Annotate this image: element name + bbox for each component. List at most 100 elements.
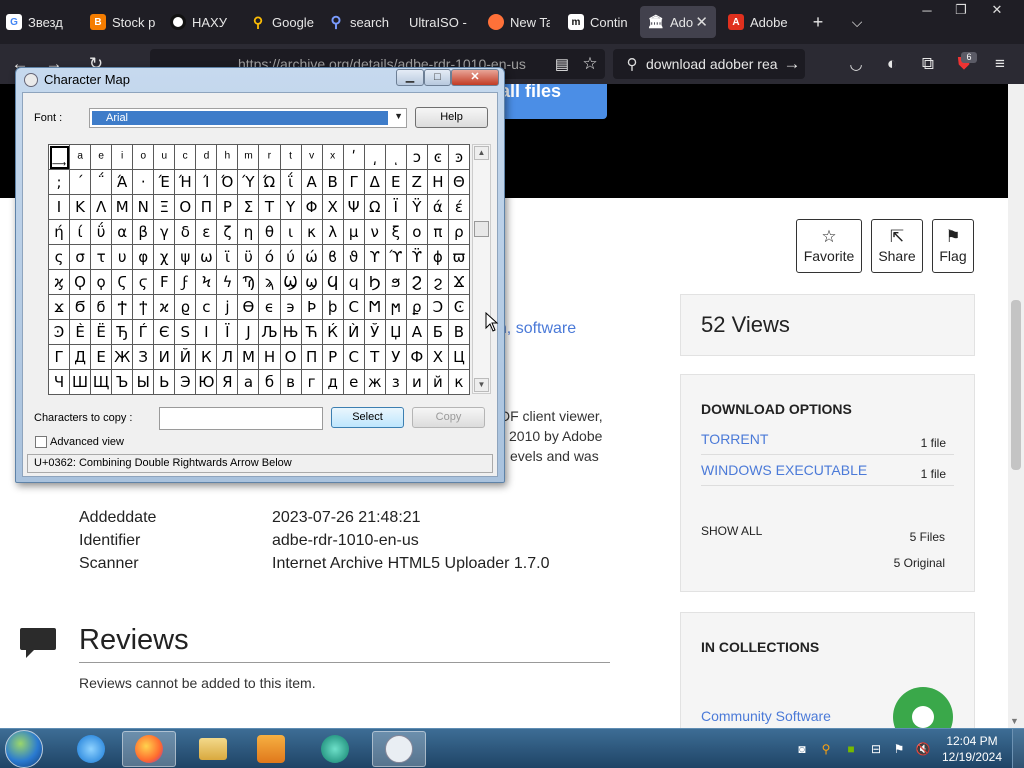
scrollbar-thumb[interactable]: [1011, 300, 1021, 470]
share-button[interactable]: ⇱ Share: [871, 219, 923, 273]
character-cell[interactable]: Ϥ: [321, 269, 344, 295]
character-cell[interactable]: β: [132, 219, 155, 245]
tab-3[interactable]: НАХУ: [170, 6, 236, 38]
character-cell[interactable]: ϔ: [405, 244, 428, 270]
restore-icon[interactable]: ❐: [944, 0, 978, 20]
character-cell[interactable]: ϩ: [426, 269, 449, 295]
character-cell[interactable]: д: [321, 369, 344, 395]
tab-8[interactable]: m Contin: [568, 6, 630, 38]
character-cell[interactable]: Α: [300, 169, 323, 195]
character-cell[interactable]: ϱ: [174, 294, 197, 320]
character-cell[interactable]: Ώ: [258, 169, 281, 195]
character-cell[interactable]: ͽ: [447, 144, 471, 170]
character-cell[interactable]: Έ: [153, 169, 176, 195]
character-cell[interactable]: Ю: [195, 369, 218, 395]
character-cell[interactable]: ι: [279, 219, 302, 245]
nvidia-tray-icon[interactable]: ■: [843, 741, 859, 757]
character-cell[interactable]: ϟ: [216, 269, 239, 295]
character-cell[interactable]: Ќ: [321, 319, 344, 345]
character-cell[interactable]: е: [342, 369, 365, 395]
character-cell[interactable]: υ: [111, 244, 134, 270]
character-cell[interactable]: ϓ: [384, 244, 407, 270]
character-cell[interactable]: Д: [69, 344, 92, 370]
tab-7[interactable]: New Ta: [488, 6, 550, 38]
character-cell[interactable]: Љ: [258, 319, 281, 345]
collection-logo-icon[interactable]: [893, 687, 953, 728]
character-cell[interactable]: и: [405, 369, 428, 395]
collection-link[interactable]: Community Software: [701, 708, 831, 724]
character-cell[interactable]: Χ: [321, 194, 344, 220]
character-cell[interactable]: ε: [195, 219, 218, 245]
character-cell[interactable]: І: [195, 319, 218, 345]
pocket-icon[interactable]: ◡: [842, 50, 870, 78]
tab-5[interactable]: ⚲ search: [328, 6, 394, 38]
character-cell[interactable]: δ: [174, 219, 197, 245]
scroll-up-arrow-icon[interactable]: ▲: [474, 146, 489, 160]
character-cell[interactable]: ͢: [47, 144, 71, 170]
character-cell[interactable]: ͥ: [111, 144, 134, 170]
download-option-torrent[interactable]: TORRENT 1 file: [701, 424, 954, 455]
character-cell[interactable]: Δ: [363, 169, 386, 195]
character-cell[interactable]: Ό: [216, 169, 239, 195]
character-cell[interactable]: χ: [153, 244, 176, 270]
character-cell[interactable]: ϳ: [216, 294, 239, 320]
character-cell[interactable]: Ύ: [237, 169, 260, 195]
character-cell[interactable]: Θ: [447, 169, 471, 195]
profile-icon[interactable]: ◐: [878, 50, 906, 78]
character-cell[interactable]: ϴ: [237, 294, 260, 320]
character-cell[interactable]: Ј: [237, 319, 260, 345]
character-cell[interactable]: ϼ: [405, 294, 428, 320]
close-icon[interactable]: ✕: [451, 69, 499, 86]
character-cell[interactable]: Μ: [111, 194, 134, 220]
character-cell[interactable]: Ϣ: [279, 269, 302, 295]
character-cell[interactable]: Ш: [69, 369, 92, 395]
character-cell[interactable]: ή: [47, 219, 71, 245]
character-cell[interactable]: Β: [321, 169, 344, 195]
page-scrollbar[interactable]: ▼: [1008, 84, 1024, 728]
character-cell[interactable]: Κ: [69, 194, 92, 220]
flag-button[interactable]: ⚑ Flag: [932, 219, 974, 273]
character-cell[interactable]: Ы: [132, 369, 155, 395]
character-cell[interactable]: Ρ: [216, 194, 239, 220]
help-button[interactable]: Help: [415, 107, 488, 128]
character-cell[interactable]: Ђ: [111, 319, 134, 345]
character-cell[interactable]: Ͽ: [47, 319, 71, 345]
character-cell[interactable]: Й: [174, 344, 197, 370]
character-cell[interactable]: К: [195, 344, 218, 370]
scroll-down-arrow-icon[interactable]: ▼: [1010, 716, 1019, 726]
character-cell[interactable]: ϫ: [47, 294, 71, 320]
character-cell[interactable]: Η: [426, 169, 449, 195]
original-count[interactable]: 5 Original: [894, 556, 945, 570]
tab-1[interactable]: G Звезд: [6, 6, 82, 38]
character-cell[interactable]: Ξ: [153, 194, 176, 220]
character-cell[interactable]: Γ: [342, 169, 365, 195]
character-cell[interactable]: ϖ: [447, 244, 471, 270]
character-cell[interactable]: Б: [426, 319, 449, 345]
tab-2[interactable]: B Stock p: [90, 6, 162, 38]
character-cell[interactable]: Ϸ: [300, 294, 323, 320]
character-cell[interactable]: ν: [363, 219, 386, 245]
advanced-view-checkbox[interactable]: [35, 436, 47, 448]
camera-tray-icon[interactable]: ◙: [794, 741, 810, 757]
character-cell[interactable]: ψ: [174, 244, 197, 270]
character-cell[interactable]: ϐ: [321, 244, 344, 270]
tab-active-archive[interactable]: 🏛 Ado ✕: [640, 6, 716, 38]
taskbar-photo-viewer[interactable]: [308, 731, 362, 767]
character-cell[interactable]: Є: [153, 319, 176, 345]
character-grid[interactable]: ͣͤͥͦͧͨͩͪͫͬͭͮͯ͢ʹ͵ͺͻͼͽ;΄΅Ά·ΈΉΊΌΎΏΐΑΒΓΔΕΖΗΘ…: [47, 144, 471, 395]
character-cell[interactable]: ͤ: [90, 144, 113, 170]
character-cell[interactable]: ό: [258, 244, 281, 270]
character-cell[interactable]: ·: [132, 169, 155, 195]
character-cell[interactable]: ͮ: [300, 144, 323, 170]
character-cell[interactable]: Π: [195, 194, 218, 220]
character-cell[interactable]: γ: [153, 219, 176, 245]
taskbar-charmap[interactable]: [372, 731, 426, 767]
character-cell[interactable]: ϡ: [258, 269, 281, 295]
character-cell[interactable]: ϗ: [47, 269, 71, 295]
character-cell[interactable]: Ъ: [111, 369, 134, 395]
character-cell[interactable]: Τ: [258, 194, 281, 220]
character-cell[interactable]: Т: [363, 344, 386, 370]
clock-date[interactable]: 12/19/2024: [941, 750, 1003, 764]
character-cell[interactable]: Ѓ: [132, 319, 155, 345]
character-cell[interactable]: А: [405, 319, 428, 345]
